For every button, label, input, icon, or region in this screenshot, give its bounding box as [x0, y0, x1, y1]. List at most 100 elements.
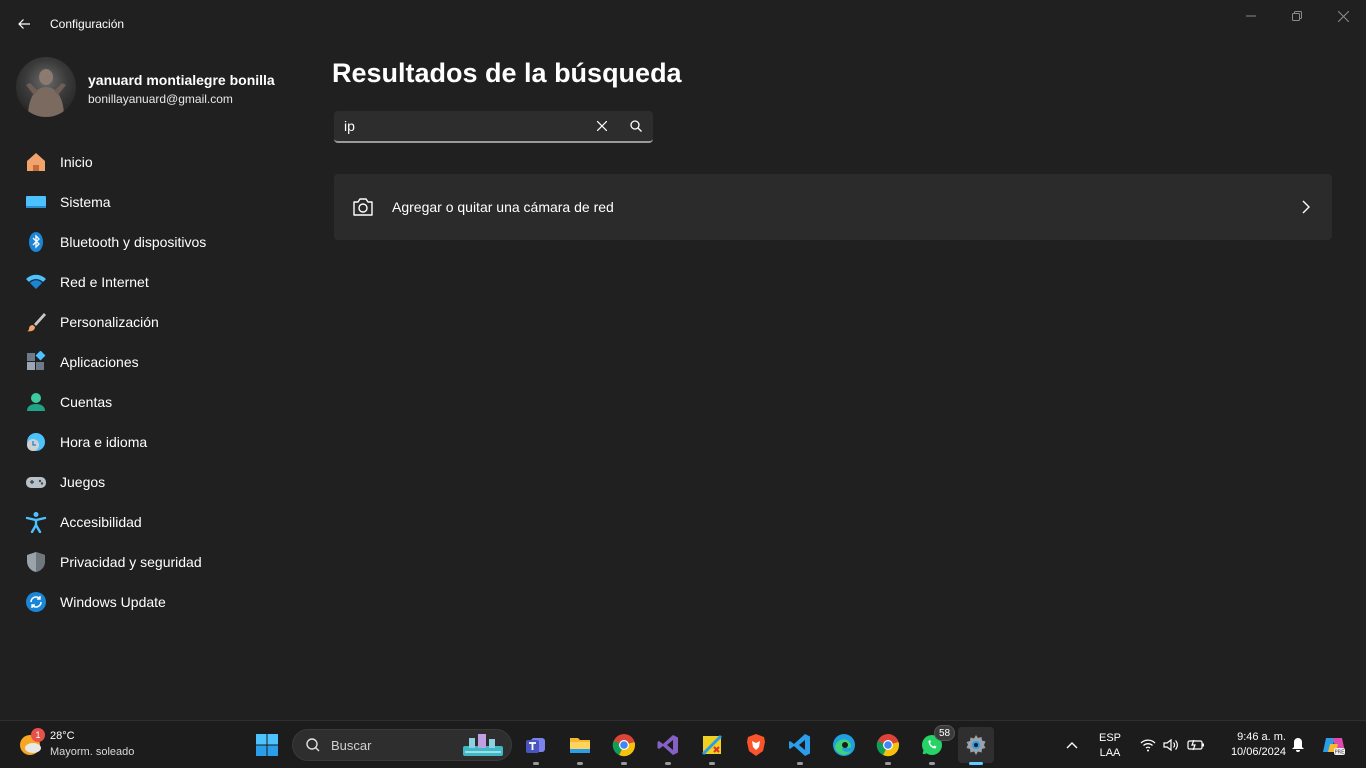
copilot-button[interactable]: PRE	[1320, 733, 1348, 757]
start-button[interactable]	[251, 729, 283, 761]
app-title: Configuración	[50, 17, 125, 31]
search-icon	[630, 120, 642, 132]
account-icon	[24, 390, 48, 414]
sidebar-item-label: Accesibilidad	[60, 514, 142, 530]
title-bar: Configuración	[0, 0, 1366, 48]
avatar-image	[26, 69, 66, 117]
sidebar-item-label: Bluetooth y dispositivos	[60, 234, 207, 250]
search-result-item[interactable]: Agregar o quitar una cámara de red	[334, 174, 1332, 240]
edge-icon[interactable]	[828, 729, 860, 761]
shield-icon	[24, 550, 48, 574]
sidebar-item-red[interactable]: Red e Internet	[16, 262, 312, 302]
sidebar-item-bluetooth[interactable]: Bluetooth y dispositivos	[16, 222, 312, 262]
chrome-icon[interactable]	[608, 729, 640, 765]
clock-date: 10/06/2024	[1230, 746, 1286, 758]
vscode-icon[interactable]	[784, 729, 816, 765]
sidebar-item-personalizacion[interactable]: Personalización	[16, 302, 312, 342]
restore-button[interactable]	[1274, 0, 1320, 32]
minimize-button[interactable]	[1228, 0, 1274, 32]
whatsapp-badge: 58	[934, 725, 956, 741]
bell-icon	[1292, 738, 1304, 752]
chevron-up-icon	[1066, 742, 1078, 749]
sidebar-item-label: Red e Internet	[60, 274, 149, 290]
svg-text:PRE: PRE	[1335, 750, 1345, 756]
keyboard-layout: LAA	[1099, 747, 1121, 759]
sidebar-item-accesibilidad[interactable]: Accesibilidad	[16, 502, 312, 542]
sidebar-item-label: Inicio	[60, 154, 93, 170]
back-button[interactable]	[10, 12, 38, 36]
gear-icon	[966, 735, 986, 755]
language-code: ESP	[1098, 732, 1121, 744]
visual-studio-icon[interactable]	[652, 729, 684, 765]
volume-icon[interactable]	[1161, 735, 1181, 755]
time-language-icon	[24, 430, 48, 454]
apps-icon	[24, 350, 48, 374]
gamepad-icon	[24, 470, 48, 494]
sidebar-item-label: Aplicaciones	[60, 354, 139, 370]
sidebar-item-windows-update[interactable]: Windows Update	[16, 582, 312, 622]
page-title: Resultados de la búsqueda	[332, 58, 682, 88]
sidebar-item-label: Hora e idioma	[60, 434, 148, 450]
bluetooth-icon	[24, 230, 48, 254]
notifications-button[interactable]	[1288, 735, 1308, 755]
search-input[interactable]	[334, 111, 585, 141]
sidebar-item-label: Cuentas	[60, 394, 113, 410]
chrome-icon[interactable]	[872, 729, 904, 765]
close-icon	[1337, 10, 1349, 22]
chevron-right-icon	[1294, 195, 1318, 219]
search-button[interactable]	[619, 111, 653, 141]
brush-icon	[24, 310, 48, 334]
avatar[interactable]	[16, 57, 76, 117]
close-icon	[597, 121, 607, 131]
close-button[interactable]	[1320, 0, 1366, 32]
weather-badge: 1	[31, 728, 45, 742]
camera-icon	[351, 195, 375, 219]
sidebar-item-label: Privacidad y seguridad	[60, 554, 202, 570]
show-hidden-icons-button[interactable]	[1062, 735, 1082, 755]
sidebar-item-aplicaciones[interactable]: Aplicaciones	[16, 342, 312, 382]
sidebar-nav: Inicio Sistema Bluetooth y dispositivos …	[16, 142, 312, 622]
taskbar-search[interactable]: Buscar	[292, 729, 512, 761]
accessibility-icon	[24, 510, 48, 534]
home-icon	[24, 150, 48, 174]
settings-taskbar-icon[interactable]	[958, 727, 994, 765]
search-icon	[303, 735, 323, 755]
weather-temperature: 28°C	[50, 730, 75, 742]
wifi-icon	[24, 270, 48, 294]
sidebar-item-label: Windows Update	[60, 594, 166, 610]
search-highlight-icon	[463, 734, 503, 756]
sidebar-item-inicio[interactable]: Inicio	[16, 142, 312, 182]
battery-icon[interactable]	[1186, 735, 1206, 755]
sidebar-item-label: Personalización	[60, 314, 159, 330]
user-name: yanuard montialegre bonilla	[88, 72, 275, 88]
sidebar-item-hora[interactable]: Hora e idioma	[16, 422, 312, 462]
windows-logo-icon	[256, 734, 278, 756]
file-explorer-icon[interactable]	[564, 729, 596, 765]
update-icon	[24, 590, 48, 614]
photo-editor-icon[interactable]	[696, 729, 728, 765]
system-icon	[24, 190, 48, 214]
sidebar-item-sistema[interactable]: Sistema	[16, 182, 312, 222]
sidebar-item-privacidad[interactable]: Privacidad y seguridad	[16, 542, 312, 582]
arrow-left-icon	[18, 19, 30, 29]
search-result-label: Agregar o quitar una cámara de red	[392, 199, 614, 215]
clock[interactable]: 9:46 a. m. 10/06/2024	[1214, 730, 1286, 760]
user-email: bonillayanuard@gmail.com	[88, 92, 233, 106]
clock-time: 9:46 a. m.	[1237, 731, 1286, 743]
whatsapp-icon[interactable]: 58	[916, 725, 956, 765]
input-language[interactable]: ESP LAA	[1096, 731, 1124, 761]
sidebar-item-juegos[interactable]: Juegos	[16, 462, 312, 502]
sidebar-item-cuentas[interactable]: Cuentas	[16, 382, 312, 422]
teams-icon[interactable]	[520, 729, 552, 765]
copilot-icon: PRE	[1323, 738, 1345, 756]
sidebar-item-label: Sistema	[60, 194, 111, 210]
search-box	[334, 111, 653, 143]
restore-icon	[1292, 11, 1302, 21]
sidebar-item-label: Juegos	[60, 474, 106, 490]
taskbar-search-label: Buscar	[331, 737, 372, 753]
taskbar: 1 28°C Mayorm. soleado Buscar 58 ESP LAA…	[0, 720, 1366, 768]
weather-widget[interactable]: 1 28°C Mayorm. soleado	[10, 723, 150, 767]
brave-icon[interactable]	[740, 729, 772, 761]
clear-search-button[interactable]	[585, 111, 619, 141]
wifi-icon[interactable]	[1138, 735, 1158, 755]
